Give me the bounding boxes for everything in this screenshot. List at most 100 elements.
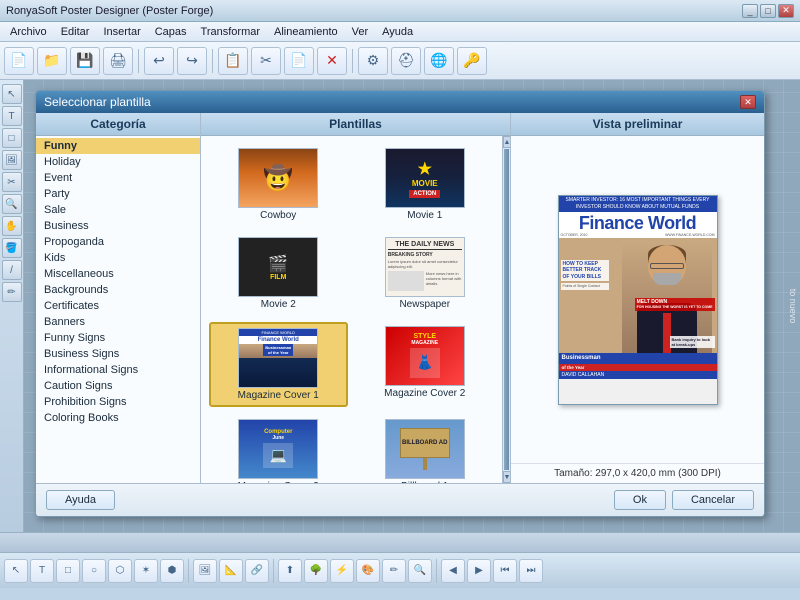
copy-button[interactable]: 📋 (218, 47, 248, 75)
bottom-tool-2[interactable]: T (30, 559, 54, 583)
bottom-tool-18[interactable]: ▶ (467, 559, 491, 583)
bottom-tool-8[interactable]: 🖼 (193, 559, 217, 583)
bottom-tool-3[interactable]: □ (56, 559, 80, 583)
template-magcover3[interactable]: Computer June 💻 Magazine Cover 3 (209, 415, 348, 483)
template-billboard1[interactable]: BILLBOARD AD Billboard 1 (356, 415, 495, 483)
template-label-movie1: Movie 1 (407, 210, 442, 221)
fw-glasses (650, 263, 684, 269)
web-button[interactable]: 🌐 (424, 47, 454, 75)
menu-insertar[interactable]: Insertar (97, 24, 146, 40)
dialog-title: Seleccionar plantilla (44, 95, 151, 109)
fw-photo-area: HOW TO KEEP BETTER TRACK OF YOUR BILLS P… (559, 238, 717, 353)
bottom-tool-19[interactable]: ⏮ (493, 559, 517, 583)
category-item-backgrounds[interactable]: Backgrounds (36, 282, 200, 298)
menu-alineamiento[interactable]: Alineamiento (268, 24, 344, 40)
cowboy-thumb-content: 🤠 (239, 149, 317, 207)
undo-button[interactable]: ↩ (144, 47, 174, 75)
template-movie1[interactable]: ★ MOVIE ACTION Movie 1 (356, 144, 495, 225)
fw-left-text: HOW TO KEEP BETTER TRACK OF YOUR BILLS P… (561, 260, 609, 292)
bottom-tool-20[interactable]: ⏭ (519, 559, 543, 583)
scroll-up-arrow[interactable]: ▲ (503, 136, 510, 148)
bottom-tool-13[interactable]: ⚡ (330, 559, 354, 583)
scroll-thumb[interactable] (504, 149, 509, 470)
category-item-coloringbooks[interactable]: Coloring Books (36, 410, 200, 426)
template-thumb-cowboy: 🤠 (238, 148, 318, 208)
category-item-business[interactable]: Business (36, 218, 200, 234)
bottom-tool-7[interactable]: ⬢ (160, 559, 184, 583)
bottom-tool-9[interactable]: 📐 (219, 559, 243, 583)
titlebar: RonyaSoft Poster Designer (Poster Forge)… (0, 0, 800, 22)
bottom-tool-11[interactable]: ⬆ (278, 559, 302, 583)
template-movie2[interactable]: 🎬 FILM Movie 2 (209, 233, 348, 314)
save-button[interactable]: 💾 (70, 47, 100, 75)
dialog-footer: Ayuda Ok Cancelar (36, 483, 764, 516)
category-item-certificates[interactable]: Certificates (36, 298, 200, 314)
help-icon-button[interactable]: ⛑ (391, 47, 421, 75)
category-item-businesssigns[interactable]: Business Signs (36, 346, 200, 362)
key-button[interactable]: 🔑 (457, 47, 487, 75)
category-item-prohibitionsigns[interactable]: Prohibition Signs (36, 394, 200, 410)
ok-button[interactable]: Ok (614, 490, 666, 510)
menu-capas[interactable]: Capas (149, 24, 193, 40)
category-item-kids[interactable]: Kids (36, 250, 200, 266)
movie1-thumb-content: ★ MOVIE ACTION (386, 149, 464, 207)
paste-button[interactable]: 📄 (284, 47, 314, 75)
fw-title-area: Finance World (559, 212, 717, 233)
bottom-tool-6[interactable]: ✶ (134, 559, 158, 583)
menu-editar[interactable]: Editar (55, 24, 96, 40)
category-item-propoganda[interactable]: Propoganda (36, 234, 200, 250)
settings-button[interactable]: ⚙ (358, 47, 388, 75)
menu-ver[interactable]: Ver (346, 24, 375, 40)
menu-archivo[interactable]: Archivo (4, 24, 53, 40)
maximize-button[interactable]: □ (760, 4, 776, 18)
bottom-tool-17[interactable]: ◀ (441, 559, 465, 583)
new-button[interactable]: 📄 (4, 47, 34, 75)
print-button[interactable]: 🖨 (103, 47, 133, 75)
close-button[interactable]: ✕ (778, 4, 794, 18)
dialog-close-button[interactable]: ✕ (740, 95, 756, 109)
redo-button[interactable]: ↪ (177, 47, 207, 75)
fw-melt-sub: FOR HOUSING THE WORST IS YET TO COME (637, 305, 713, 310)
separator-1 (138, 49, 139, 73)
fw-person-name: DAVID CALLAHAN (562, 372, 605, 378)
category-item-cautionsigns[interactable]: Caution Signs (36, 378, 200, 394)
cut-button[interactable]: ✂ (251, 47, 281, 75)
bottom-tool-14[interactable]: 🎨 (356, 559, 380, 583)
bottom-tool-16[interactable]: 🔍 (408, 559, 432, 583)
category-item-event[interactable]: Event (36, 170, 200, 186)
category-item-funnysigns[interactable]: Funny Signs (36, 330, 200, 346)
bottom-tool-15[interactable]: ✏ (382, 559, 406, 583)
bottom-tool-5[interactable]: ⬡ (108, 559, 132, 583)
category-item-informationalsigns[interactable]: Informational Signs (36, 362, 200, 378)
template-magcover1[interactable]: FINANCE WORLD Finance World Businessmano… (209, 322, 348, 407)
templates-panel: Plantillas 🤠 Cowboy (201, 113, 511, 483)
menu-transformar[interactable]: Transformar (195, 24, 267, 40)
template-newspaper[interactable]: THE DAILY NEWS BREAKING STORY Lorem ipsu… (356, 233, 495, 314)
cancel-button[interactable]: Cancelar (672, 490, 754, 510)
bottom-tool-1[interactable]: ↖ (4, 559, 28, 583)
category-item-party[interactable]: Party (36, 186, 200, 202)
separator-3 (352, 49, 353, 73)
fw-head (648, 245, 686, 285)
help-button[interactable]: Ayuda (46, 490, 115, 510)
bottom-tool-10[interactable]: 🔗 (245, 559, 269, 583)
bottom-tool-4[interactable]: ○ (82, 559, 106, 583)
category-item-funny[interactable]: Funny (36, 138, 200, 154)
category-item-holiday[interactable]: Holiday (36, 154, 200, 170)
open-button[interactable]: 📁 (37, 47, 67, 75)
category-item-sale[interactable]: Sale (36, 202, 200, 218)
category-item-miscellaneous[interactable]: Miscellaneous (36, 266, 200, 282)
dialog-body: Categoría Funny Holiday Event Party Sale… (36, 113, 764, 483)
template-magcover2[interactable]: STYLE MAGAZINE 👗 Magazine Cover 2 (356, 322, 495, 407)
bottom-tool-12[interactable]: 🌳 (304, 559, 328, 583)
separator-2 (212, 49, 213, 73)
templates-scrollbar[interactable]: ▲ ▼ (502, 136, 510, 483)
category-list[interactable]: Funny Holiday Event Party Sale Business … (36, 136, 200, 483)
scroll-down-arrow[interactable]: ▼ (503, 471, 510, 483)
template-cowboy[interactable]: 🤠 Cowboy (209, 144, 348, 225)
category-item-banners[interactable]: Banners (36, 314, 200, 330)
minimize-button[interactable]: _ (742, 4, 758, 18)
fw-bottom-banner: Businessman (559, 353, 717, 365)
delete-button[interactable]: ✕ (317, 47, 347, 75)
menu-ayuda[interactable]: Ayuda (376, 24, 419, 40)
